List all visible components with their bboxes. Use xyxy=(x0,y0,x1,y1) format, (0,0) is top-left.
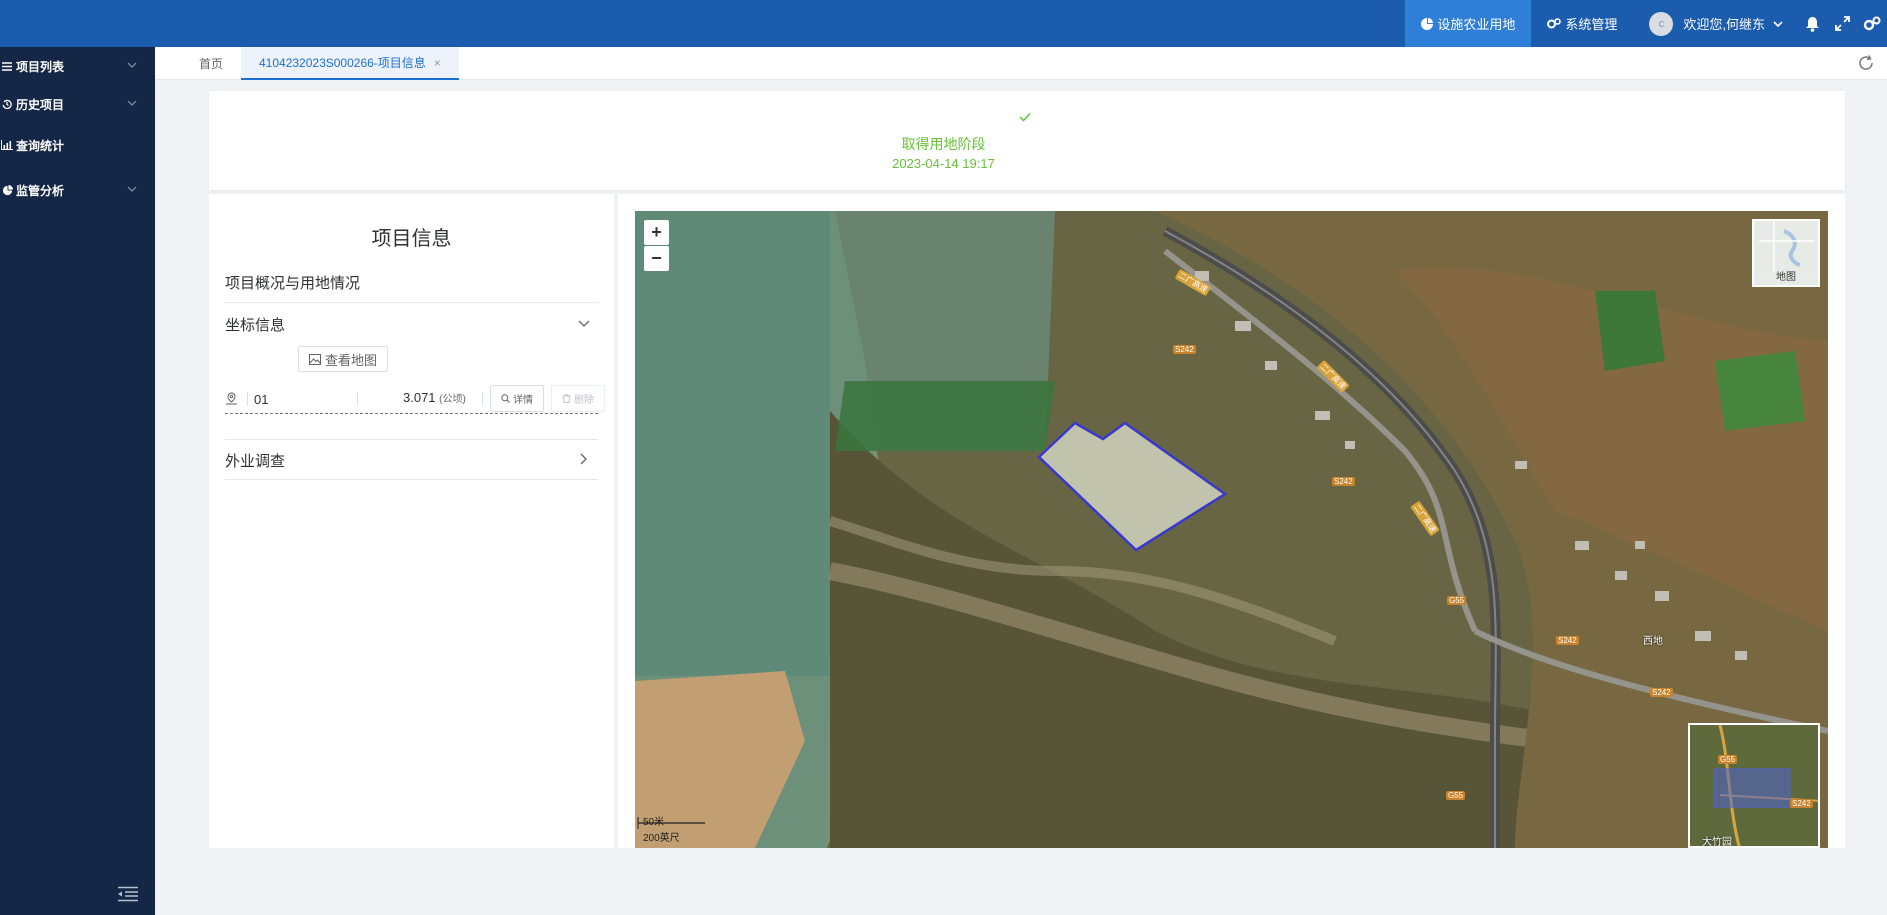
zoom-out-button[interactable]: − xyxy=(644,246,669,271)
parcel-name: 01 xyxy=(254,392,269,407)
parcel-detail-label: 详情 xyxy=(513,395,533,406)
sidebar-item-project-list[interactable]: 项目列表 xyxy=(0,47,155,85)
separator xyxy=(357,392,358,406)
separator xyxy=(247,392,248,406)
gears-icon xyxy=(1547,17,1562,28)
trash-icon xyxy=(562,394,571,403)
bell-icon xyxy=(1805,16,1819,32)
image-icon xyxy=(308,353,321,365)
gears-icon xyxy=(1863,16,1881,30)
tab-project-info[interactable]: 4104232023S000266-项目信息 × xyxy=(241,47,459,80)
menu-fold-icon xyxy=(118,886,138,902)
tab-home-label: 首页 xyxy=(199,57,224,71)
top-nav: 设施农业用地 系统管理 c 欢迎您,何继东 xyxy=(1405,0,1887,47)
basemap-switch-button[interactable]: 地图 xyxy=(1752,219,1820,287)
list-icon xyxy=(0,61,14,71)
chevron-down-icon xyxy=(1773,20,1783,27)
refresh-button[interactable] xyxy=(1857,54,1875,77)
divider xyxy=(225,439,598,440)
road-label: S242 xyxy=(1556,636,1579,645)
nav-facility-agri-land-label: 设施农业用地 xyxy=(1437,17,1516,32)
separator xyxy=(482,392,483,406)
overview-section-title: 项目概况与用地情况 xyxy=(225,275,361,292)
location-icon xyxy=(226,392,237,405)
check-icon xyxy=(1019,110,1031,125)
chevron-down-icon xyxy=(578,320,590,327)
divider xyxy=(225,302,598,303)
settings-button[interactable] xyxy=(1857,0,1887,47)
notification-bell[interactable] xyxy=(1797,0,1827,47)
fullscreen-button[interactable] xyxy=(1827,0,1857,47)
chevron-down-icon xyxy=(127,100,137,106)
refresh-icon xyxy=(1859,55,1873,70)
sidebar-item-label: 历史项目 xyxy=(16,97,65,112)
panel-title: 项目信息 xyxy=(371,228,452,250)
tab-close-icon[interactable]: × xyxy=(434,56,441,70)
satellite-map[interactable]: S242 S242 S242 S242 G55 G55 二广高速 二广高速 二广… xyxy=(635,211,1828,848)
sidebar-item-label: 监管分析 xyxy=(16,183,65,198)
pie-chart-icon xyxy=(1421,17,1434,30)
road-label: S242 xyxy=(1332,477,1355,486)
view-map-button[interactable]: 查看地图 xyxy=(298,346,388,372)
stage-time: 2023-04-14 19:17 xyxy=(892,156,995,171)
project-info-panel: 项目信息 项目概况与用地情况 坐标信息 查看地图 01 3.071 (公顷) 详… xyxy=(209,194,614,848)
parcel-delete-label: 删除 xyxy=(574,395,594,406)
road-label: S242 xyxy=(1173,345,1196,354)
stage-name: 取得用地阶段 xyxy=(901,136,986,152)
scale-bar-metric: 50米 xyxy=(643,817,665,828)
road-label: G55 xyxy=(1447,596,1467,605)
parcel-area-unit: (公顷) xyxy=(439,394,466,405)
chevron-down-icon xyxy=(127,62,137,68)
sidebar-collapse-button[interactable] xyxy=(118,886,138,907)
history-icon xyxy=(0,99,14,109)
village-label: 西地 xyxy=(1643,636,1663,647)
coord-section-header[interactable]: 坐标信息 xyxy=(225,314,598,335)
overview-place-label: 大竹园 xyxy=(1702,837,1732,848)
pie-chart-icon xyxy=(0,184,14,196)
field-survey-header[interactable]: 外业调查 xyxy=(225,450,598,471)
parcel-area: 3.071 (公顷) xyxy=(403,390,466,405)
nav-system-management[interactable]: 系统管理 xyxy=(1531,0,1633,47)
nav-system-management-label: 系统管理 xyxy=(1565,17,1618,32)
view-map-label: 查看地图 xyxy=(324,352,377,368)
map-thumbnail-icon xyxy=(1754,221,1818,271)
parcel-row: 01 3.071 (公顷) 详情 删除 xyxy=(225,384,605,414)
tab-bar: 首页 4104232023S000266-项目信息 × xyxy=(155,47,1887,80)
welcome-text: 欢迎您,何继东 xyxy=(1683,17,1765,32)
overview-map[interactable]: G55 S242 大竹园 xyxy=(1688,723,1820,848)
top-header: 设施农业用地 系统管理 c 欢迎您,何继东 xyxy=(0,0,1887,47)
field-survey-title: 外业调查 xyxy=(225,453,286,470)
overview-imagery xyxy=(1690,725,1818,846)
road-label: G55 xyxy=(1446,791,1466,800)
road-label: G55 xyxy=(1718,755,1738,764)
parcel-delete-button: 删除 xyxy=(551,385,605,412)
sidebar-item-label: 项目列表 xyxy=(16,59,65,74)
satellite-imagery xyxy=(635,211,1828,848)
zoom-in-button[interactable]: + xyxy=(644,220,669,245)
user-menu[interactable]: c 欢迎您,何继东 xyxy=(1633,0,1797,47)
divider xyxy=(225,479,598,480)
parcel-detail-button[interactable]: 详情 xyxy=(490,385,544,412)
chevron-right-icon xyxy=(580,453,587,465)
coord-section-title: 坐标信息 xyxy=(225,317,286,334)
chevron-down-icon xyxy=(127,186,137,192)
basemap-label: 地图 xyxy=(1776,272,1796,283)
tab-home[interactable]: 首页 xyxy=(199,47,223,80)
scale-bar-imperial: 200英尺 xyxy=(643,833,680,844)
search-icon xyxy=(501,394,510,403)
expand-icon xyxy=(1834,16,1850,31)
nav-facility-agri-land[interactable]: 设施农业用地 xyxy=(1405,0,1532,47)
sidebar: 项目列表 历史项目 查询统计 监管分析 xyxy=(0,47,155,915)
road-label: S242 xyxy=(1790,799,1813,808)
road-label: S242 xyxy=(1650,688,1673,697)
sidebar-item-history[interactable]: 历史项目 xyxy=(0,85,155,123)
tab-project-info-label: 4104232023S000266-项目信息 xyxy=(259,56,426,70)
avatar: c xyxy=(1649,11,1674,36)
parcel-area-value: 3.071 xyxy=(403,390,436,405)
sidebar-item-supervision[interactable]: 监管分析 xyxy=(0,171,155,209)
